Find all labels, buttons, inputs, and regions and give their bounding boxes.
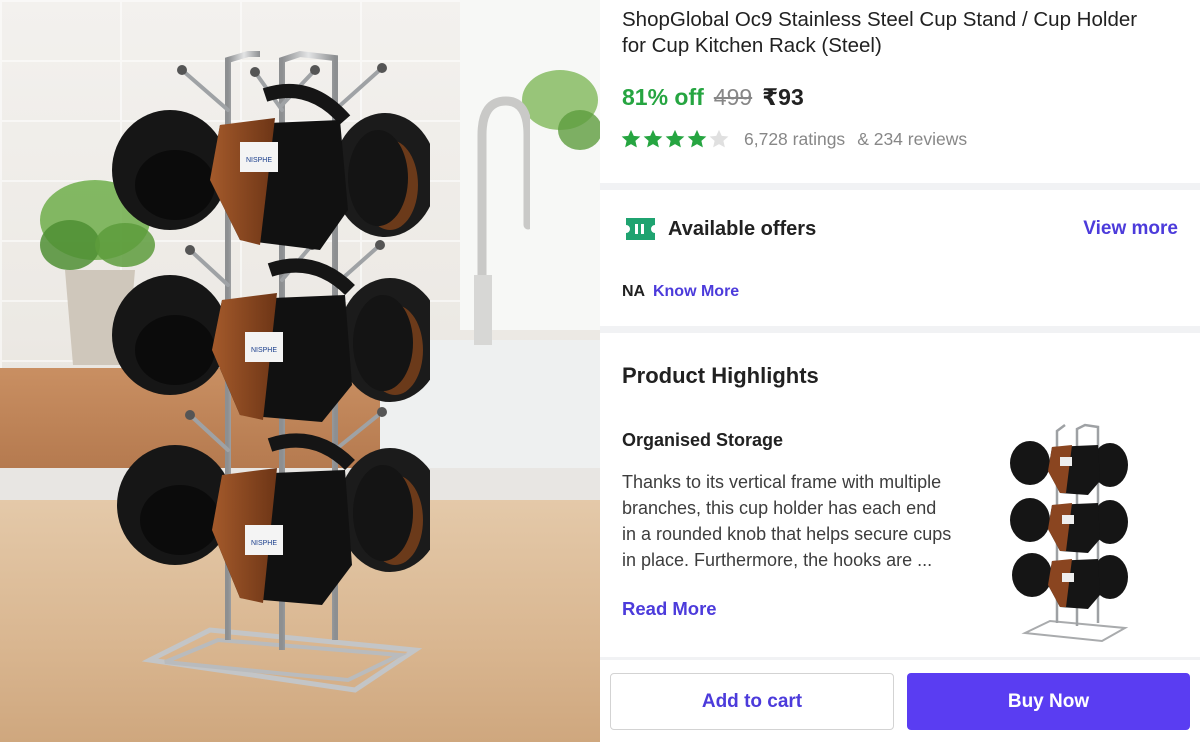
- product-highlights-section: Product Highlights Organised Storage Tha…: [600, 333, 1200, 657]
- product-title: ShopGlobal Oc9 Stainless Steel Cup Stand…: [622, 8, 1138, 57]
- reviews-count: & 234 reviews: [857, 128, 968, 149]
- original-price: 499: [713, 84, 753, 110]
- add-to-cart-button[interactable]: Add to cart: [610, 673, 894, 730]
- svg-text:NISPHE: NISPHE: [251, 347, 277, 354]
- star-filled-icon: [643, 129, 663, 148]
- offers-na-text: NA: [622, 283, 645, 300]
- product-image[interactable]: NISPHE NISPHE NISPHE: [0, 0, 600, 742]
- star-filled-icon: [621, 129, 641, 148]
- offers-section: Available offers View more NA Know More: [600, 190, 1200, 326]
- svg-text:NISPHE: NISPHE: [251, 540, 277, 547]
- ratings-count: 6,728 ratings: [744, 128, 846, 149]
- mug-row-3: NISPHE: [117, 433, 430, 605]
- read-more-link[interactable]: Read More: [622, 598, 717, 620]
- plant-leaves-background: [522, 70, 600, 150]
- mug-row-1: NISPHE: [112, 83, 430, 250]
- discount-percent: 81% off: [622, 84, 704, 110]
- star-empty-icon: [709, 129, 729, 148]
- mug-row-2: NISPHE: [112, 258, 430, 422]
- offers-title: Available offers: [668, 218, 817, 240]
- buy-now-button[interactable]: Buy Now: [907, 673, 1190, 730]
- star-filled-icon: [665, 129, 685, 148]
- star-rating: [620, 128, 730, 150]
- highlights-title: Product Highlights: [622, 363, 819, 388]
- highlight-description: Thanks to its vertical frame with multip…: [622, 472, 952, 570]
- product-summary: ShopGlobal Oc9 Stainless Steel Cup Stand…: [600, 0, 1200, 183]
- price-row: 81% off 499 ₹93: [622, 84, 804, 111]
- svg-text:NISPHE: NISPHE: [246, 157, 272, 164]
- rating-row[interactable]: 6,728 ratings & 234 reviews: [620, 128, 967, 150]
- offers-detail: NA Know More: [622, 283, 739, 301]
- know-more-link[interactable]: Know More: [653, 283, 739, 300]
- highlight-thumbnail-image[interactable]: [1010, 423, 1130, 645]
- highlight-subtitle: Organised Storage: [622, 430, 784, 450]
- view-more-link[interactable]: View more: [1083, 218, 1178, 240]
- faucet-image: [474, 96, 530, 345]
- selling-price: ₹93: [762, 84, 804, 110]
- action-bar: Add to cart Buy Now: [600, 660, 1200, 742]
- cup-rack-with-mugs: NISPHE NISPHE NISPHE: [112, 50, 430, 693]
- offer-ticket-icon: [626, 218, 655, 240]
- star-filled-icon: [687, 129, 707, 148]
- product-details-panel: ShopGlobal Oc9 Stainless Steel Cup Stand…: [600, 0, 1200, 742]
